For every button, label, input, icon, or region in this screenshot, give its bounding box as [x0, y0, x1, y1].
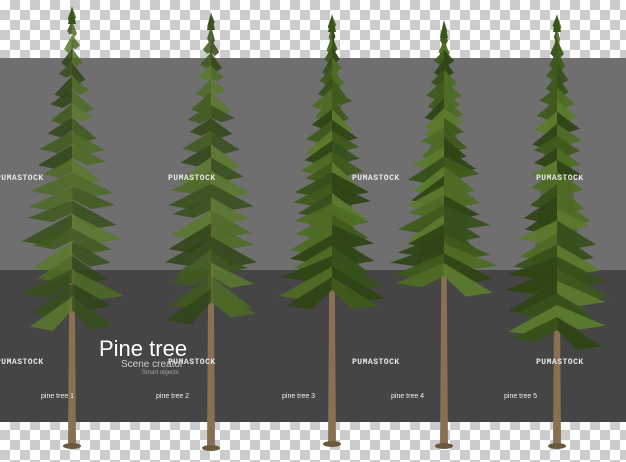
- watermark-1: PUMASTOCK: [0, 174, 44, 183]
- tree-base: [435, 443, 453, 449]
- branch: [200, 52, 211, 69]
- watermark-7: PUMASTOCK: [352, 358, 400, 367]
- pine-tree-3: [278, 14, 386, 447]
- watermark-4: PUMASTOCK: [536, 174, 584, 183]
- branch: [211, 78, 226, 95]
- watermark-3: PUMASTOCK: [352, 174, 400, 183]
- tree-base: [202, 445, 220, 451]
- image-canvas: PUMASTOCK PUMASTOCK PUMASTOCK PUMASTOCK …: [0, 0, 626, 462]
- subtitle-small: Smart objects: [142, 370, 179, 376]
- branch: [202, 39, 211, 54]
- branch: [72, 34, 80, 50]
- watermark-8: PUMASTOCK: [536, 358, 584, 367]
- branch: [211, 289, 256, 318]
- tree-label-2: pine tree 2: [156, 393, 190, 400]
- pine-tree-1: [19, 6, 125, 449]
- watermark-5: PUMASTOCK: [0, 358, 44, 367]
- tree-label-4: pine tree 4: [391, 393, 425, 400]
- pine-tree-4: [390, 20, 498, 449]
- tree-label-1: pine tree 1: [41, 393, 75, 400]
- branch: [198, 65, 211, 81]
- branch: [72, 48, 83, 67]
- tree-label-3: pine tree 3: [282, 393, 316, 400]
- subtitle: Scene creator: [121, 359, 184, 370]
- branch: [211, 39, 220, 57]
- tree-base: [63, 443, 81, 449]
- tree-base: [548, 443, 566, 449]
- pine-tree-2: [164, 12, 258, 451]
- tree-base: [323, 441, 341, 447]
- pine-tree-5: [505, 14, 609, 449]
- tree-label-5: pine tree 5: [504, 393, 538, 400]
- watermark-2: PUMASTOCK: [168, 174, 216, 183]
